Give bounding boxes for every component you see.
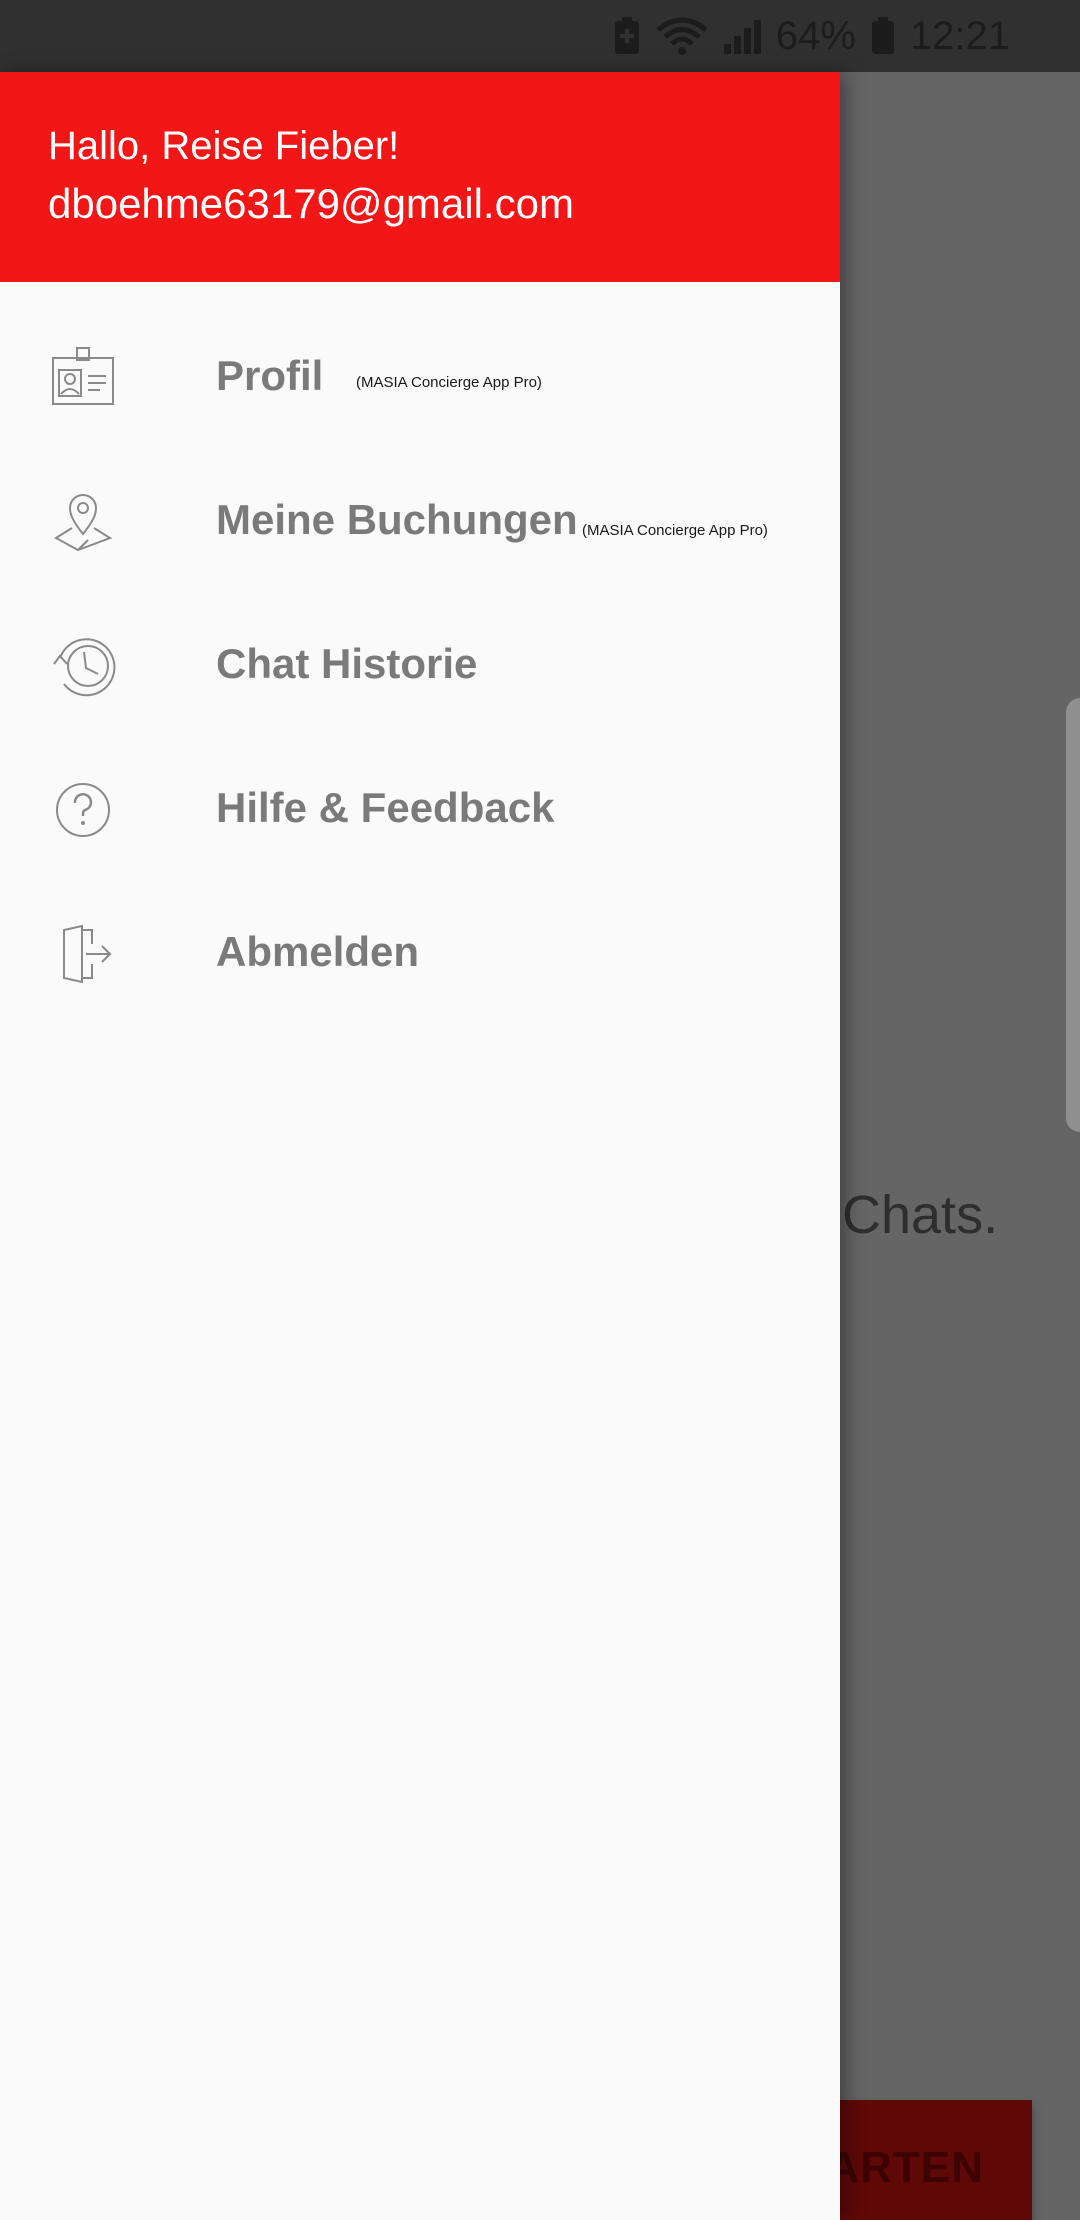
menu-label-meine-buchungen: Meine Buchungen <box>216 496 578 543</box>
scroll-handle[interactable] <box>1066 698 1080 1132</box>
menu-item-abmelden[interactable]: Abmelden <box>0 882 840 1026</box>
help-circle-icon <box>48 778 118 842</box>
app-screen: 64% 12:21 Chats. TARTEN Hallo, Reise Fie… <box>0 0 1080 2220</box>
user-email: dboehme63179@gmail.com <box>48 180 574 227</box>
menu-label-profil: Profil <box>216 352 324 399</box>
navigation-drawer: Hallo, Reise Fieber! dboehme63179@gmail.… <box>0 72 840 2220</box>
battery-saver-icon <box>612 16 642 56</box>
menu-label-abmelden: Abmelden <box>216 928 420 975</box>
battery-percent: 64% <box>775 13 856 58</box>
logout-icon <box>48 922 118 986</box>
menu-tag-profil: (MASIA Concierge App Pro) <box>356 374 542 391</box>
menu-tag-meine-buchungen: (MASIA Concierge App Pro) <box>582 522 768 539</box>
menu-item-hilfe-feedback[interactable]: Hilfe & Feedback <box>0 738 840 882</box>
status-icons: 64% 12:21 <box>612 8 1010 64</box>
battery-icon <box>870 16 896 56</box>
clock-time: 12:21 <box>909 13 1010 58</box>
status-bar: 64% 12:21 <box>0 0 1080 72</box>
menu-item-meine-buchungen[interactable]: Meine Buchungen (MASIA Concierge App Pro… <box>0 450 840 594</box>
menu-label-chat-historie: Chat Historie <box>216 640 478 687</box>
user-greeting: Hallo, Reise Fieber! <box>48 124 400 168</box>
history-clock-icon <box>48 634 118 698</box>
menu-label-hilfe-feedback: Hilfe & Feedback <box>216 784 555 831</box>
menu-item-profil[interactable]: Profil (MASIA Concierge App Pro) <box>0 306 840 450</box>
id-card-icon <box>48 346 118 410</box>
map-pin-icon <box>48 490 118 554</box>
drawer-header: Hallo, Reise Fieber! dboehme63179@gmail.… <box>0 72 840 282</box>
background-chats-text: Chats. <box>842 1185 999 1245</box>
signal-icon <box>722 16 762 56</box>
menu-item-chat-historie[interactable]: Chat Historie <box>0 594 840 738</box>
wifi-icon <box>656 16 708 56</box>
